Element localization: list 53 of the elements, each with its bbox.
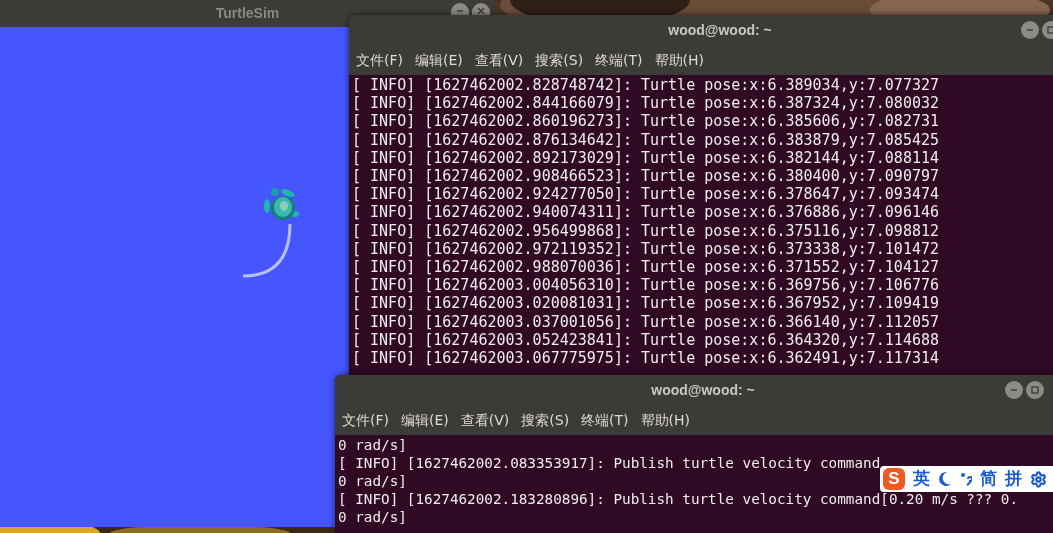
- menu-item[interactable]: 帮助(H): [640, 409, 691, 431]
- turtle-trail: [241, 222, 294, 278]
- terminal-line: 0 rad/s]: [338, 508, 407, 526]
- terminal-line: [ INFO] [1627462002.876134642]: Turtle pose:x:6.383879,y:7.085425: [352, 130, 939, 149]
- minimize-icon: [1010, 386, 1018, 394]
- menu-item[interactable]: 搜索(S): [521, 409, 570, 431]
- settings-icon[interactable]: [1030, 470, 1047, 488]
- menu-item[interactable]: 帮助(H): [654, 49, 705, 71]
- window-title: wood@wood: ~: [668, 20, 772, 40]
- terminal-line: [ INFO] [1627462002.844166079]: Turtle pose:x:6.387324,y:7.080032: [352, 94, 939, 113]
- punctuation-icon[interactable]: [960, 471, 972, 487]
- maximize-icon: [1047, 26, 1053, 34]
- terminal-line: 0 rad/s]: [338, 436, 407, 454]
- terminal-line: 0 rad/s]: [338, 472, 407, 490]
- terminal-line: [ INFO] [1627462002.988070036]: Turtle pose:x:6.371552,y:7.104127: [352, 258, 939, 277]
- menu-item[interactable]: 查看(V): [474, 49, 524, 71]
- menu-item[interactable]: 编辑(E): [401, 409, 449, 431]
- terminal-line: [ INFO] [1627462002.860196273]: Turtle pose:x:6.385606,y:7.082731: [352, 112, 939, 131]
- minimize-icon: [1026, 26, 1034, 34]
- ime-label[interactable]: 拼: [1005, 466, 1022, 492]
- window-title: TurtleSim: [215, 4, 280, 23]
- menu-item[interactable]: 终端(T): [581, 409, 629, 431]
- ime-label[interactable]: 英: [913, 466, 930, 492]
- menu-item[interactable]: 编辑(E): [415, 49, 463, 71]
- minimize-button[interactable]: [1005, 381, 1023, 399]
- terminal-line: [ INFO] [1627462002.892173029]: Turtle pose:x:6.382144,y:7.088114: [352, 148, 939, 167]
- terminal-line: [ INFO] [1627462002.083353917]: Publish turtle velocity command: [338, 454, 881, 472]
- terminal-line: [ INFO] [1627462002.940074311]: Turtle pose:x:6.376886,y:7.096146: [352, 203, 939, 222]
- terminal-line: [ INFO] [1627462003.004056310]: Turtle pose:x:6.369756,y:7.106776: [352, 276, 939, 295]
- terminal-line: [ INFO] [1627462003.020081031]: Turtle pose:x:6.367952,y:7.109419: [352, 294, 939, 313]
- moon-icon[interactable]: [938, 471, 952, 487]
- window-title: wood@wood: ~: [651, 380, 755, 400]
- ime-label[interactable]: 简: [980, 466, 997, 492]
- close-button[interactable]: [472, 3, 490, 15]
- menu-item[interactable]: 查看(V): [460, 409, 510, 431]
- minimize-button[interactable]: [1021, 21, 1039, 39]
- menu-item[interactable]: 文件(F): [356, 49, 403, 71]
- terminal-line: [ INFO] [1627462003.067775975]: Turtle pose:x:6.362491,y:7.117314: [352, 349, 939, 368]
- maximize-icon: [1031, 386, 1039, 394]
- menu-item[interactable]: 终端(T): [595, 49, 643, 71]
- minimize-icon: [456, 7, 464, 15]
- terminal-line: [ INFO] [1627462002.924277050]: Turtle pose:x:6.378647,y:7.093474: [352, 185, 939, 204]
- terminal-line: [ INFO] [1627462002.183280896]: Publish turtle velocity command[0.20 m/s ??? 0.: [338, 490, 1018, 508]
- terminal-line: [ INFO] [1627462003.037001056]: Turtle pose:x:6.366140,y:7.112057: [352, 312, 939, 331]
- maximize-button[interactable]: [1026, 381, 1044, 399]
- terminal-line: [ INFO] [1627462002.956499868]: Turtle pose:x:6.375116,y:7.098812: [352, 221, 939, 240]
- terminal-line: [ INFO] [1627462003.052423841]: Turtle pose:x:6.364320,y:7.114688: [352, 330, 939, 350]
- terminal-line: [ INFO] [1627462002.972119352]: Turtle pose:x:6.373338,y:7.101472: [352, 239, 939, 259]
- terminal-line: [ INFO] [1627462002.908466523]: Turtle pose:x:6.380400,y:7.090797: [352, 167, 939, 186]
- terminal-line: [ INFO] [1627462002.828748742]: Turtle pose:x:6.389034,y:7.077327: [352, 76, 939, 95]
- minimize-button[interactable]: [451, 3, 469, 15]
- menu-item[interactable]: 文件(F): [342, 409, 389, 431]
- menu-item[interactable]: 搜索(S): [535, 49, 584, 71]
